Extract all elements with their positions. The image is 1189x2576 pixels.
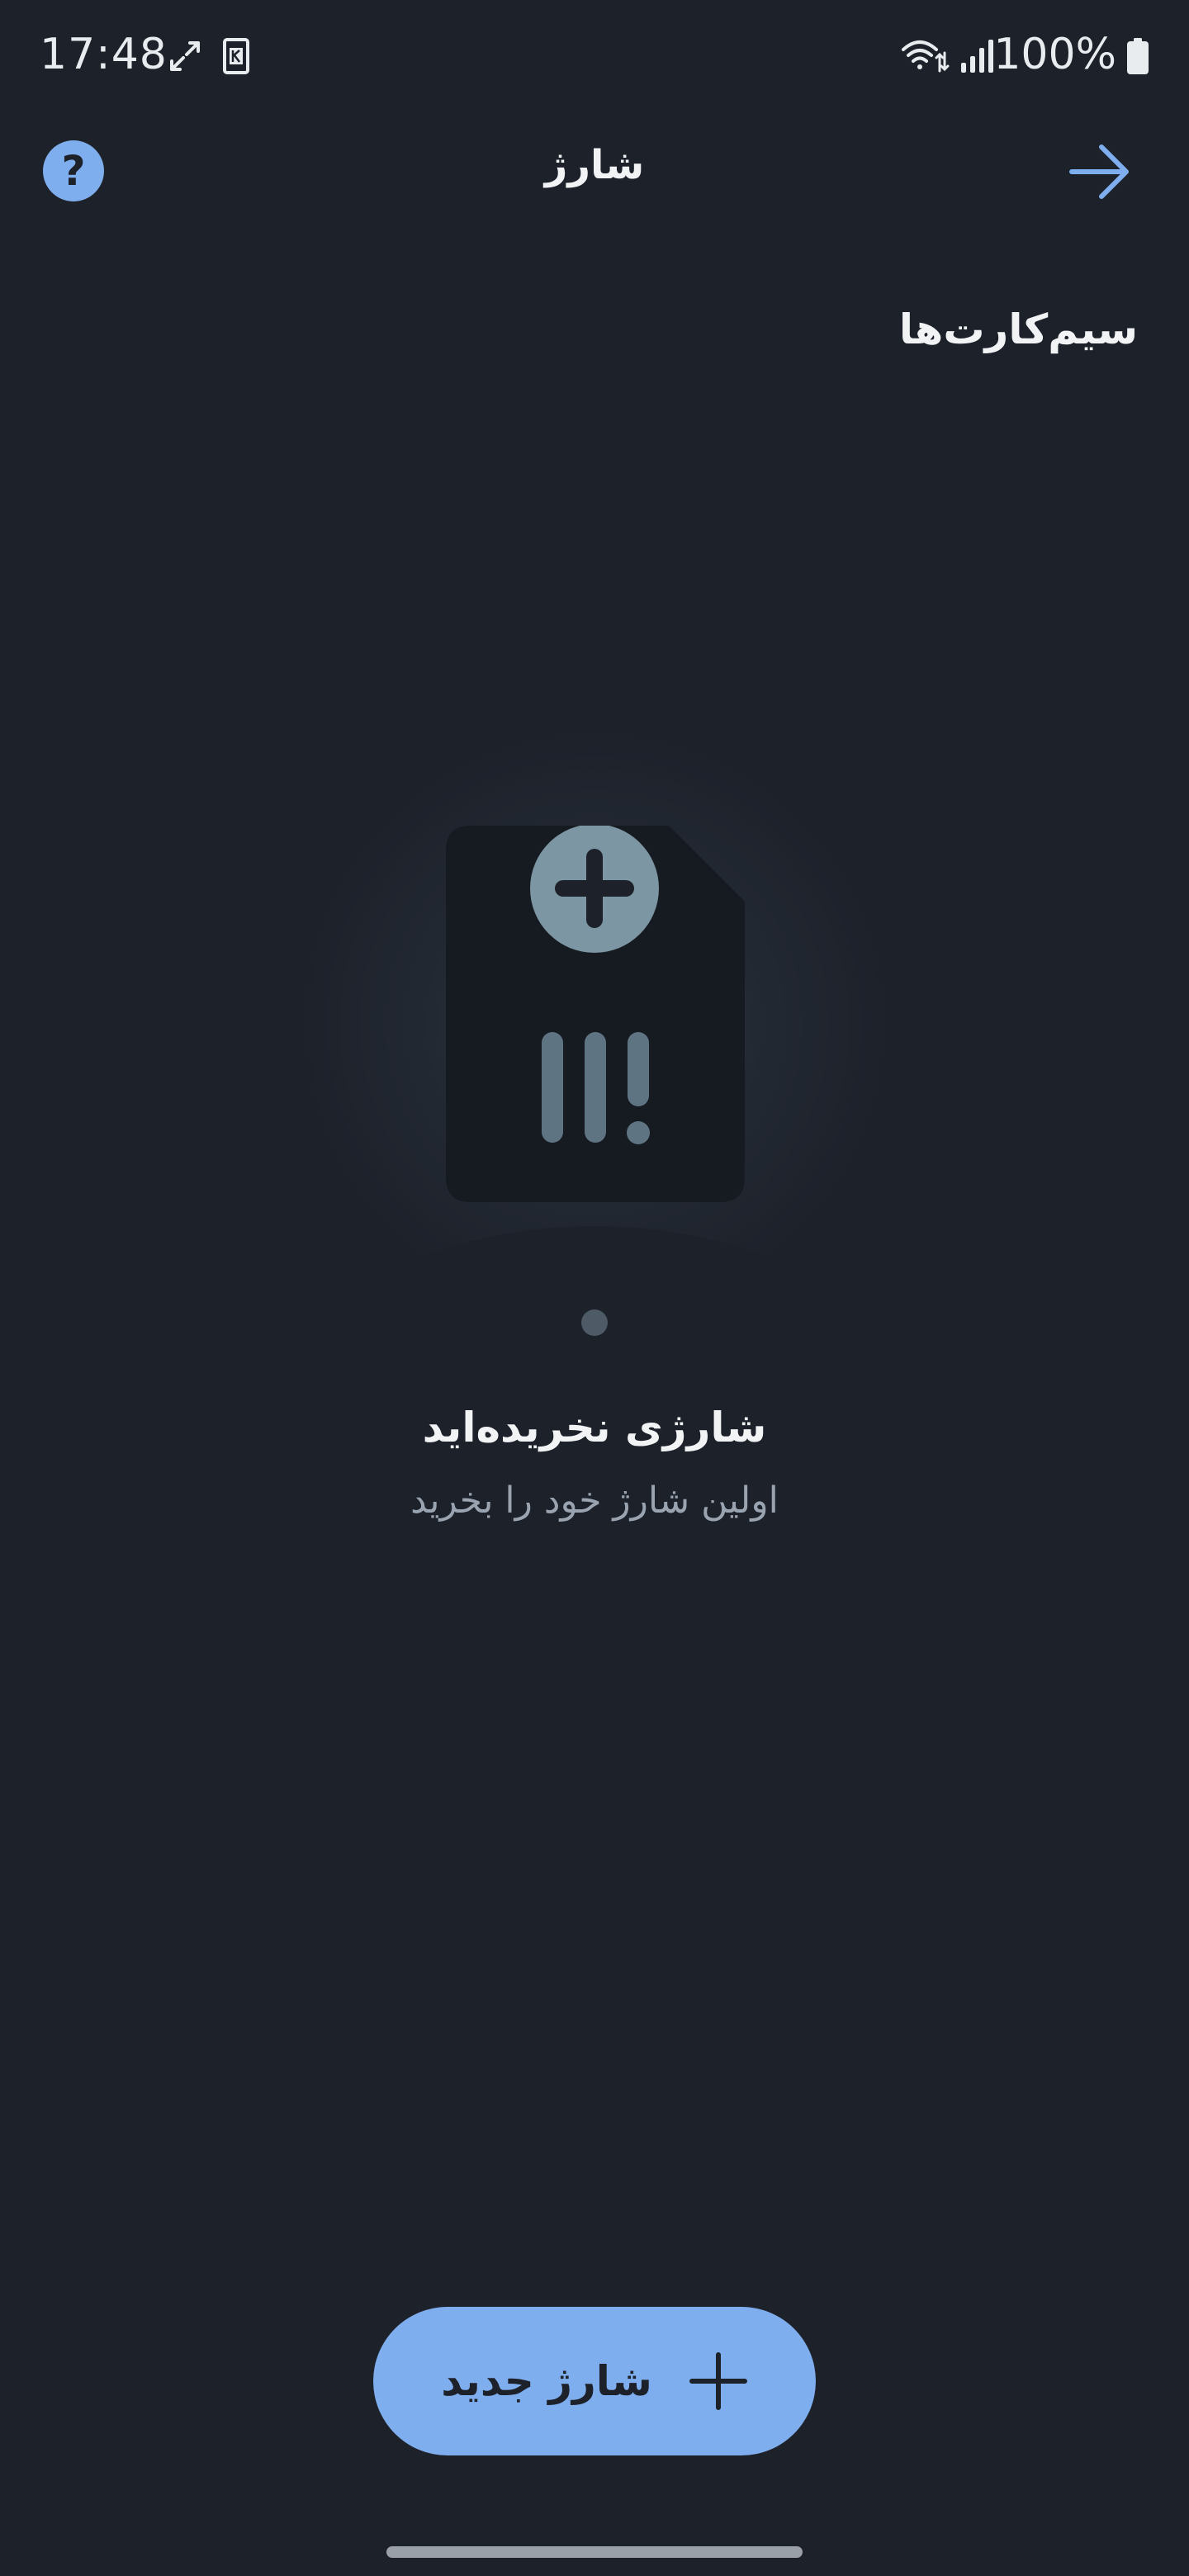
question-icon: ? — [61, 147, 86, 195]
empty-state-illustration — [248, 694, 941, 1556]
sim-k-icon — [223, 38, 249, 74]
plus-icon — [689, 2352, 747, 2410]
page-title: شارژ — [544, 142, 645, 188]
new-charge-label: شارژ جدید — [441, 2357, 652, 2405]
empty-state-title: شارژی نخریده‌اید — [422, 1404, 767, 1451]
arrow-right-icon[interactable] — [1065, 139, 1135, 205]
status-bar: 17:48 100% — [0, 0, 1189, 116]
battery-percentage: 100% — [993, 30, 1116, 79]
sim-card-add-icon — [446, 826, 745, 1202]
gesture-nav-handle[interactable] — [386, 2546, 803, 2558]
section-title-sim-cards: سیم‌کارت‌ها — [898, 305, 1138, 353]
empty-state-subtitle: اولین شارژ خود را بخرید — [410, 1480, 779, 1522]
battery-icon — [1127, 38, 1149, 74]
wifi-icon — [902, 40, 950, 73]
new-charge-button[interactable]: شارژ جدید — [373, 2307, 816, 2455]
sync-icon — [170, 41, 200, 71]
help-button[interactable]: ? — [43, 140, 104, 201]
signal-icon — [961, 40, 993, 73]
pager-dot — [581, 1309, 608, 1336]
status-time: 17:48 — [40, 30, 168, 79]
